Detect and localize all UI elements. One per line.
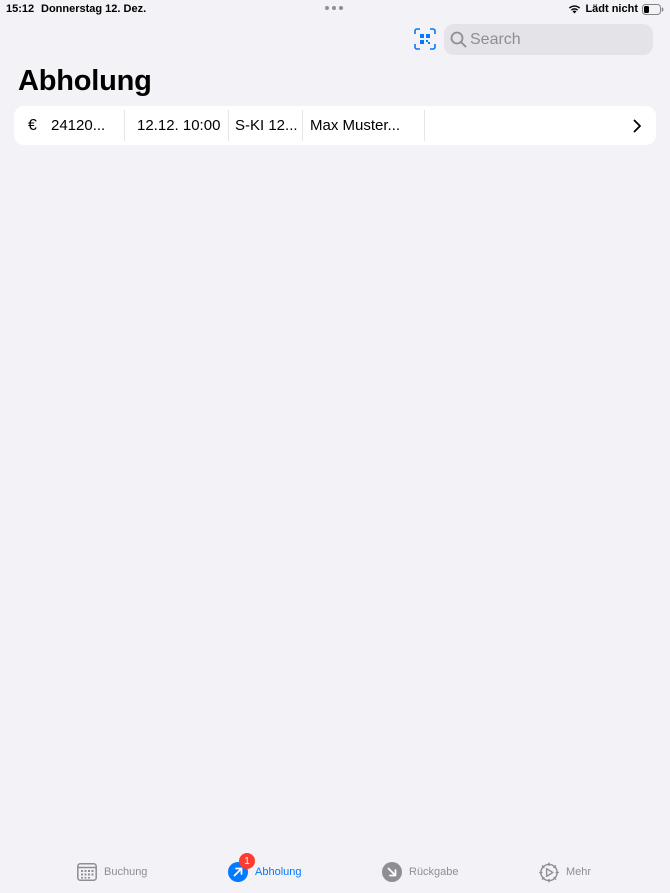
- battery-icon: [642, 3, 664, 15]
- return-arrow-icon: [382, 862, 402, 882]
- tab-label: Mehr: [566, 866, 592, 878]
- tab-label: Rückgabe: [409, 866, 459, 878]
- charging-status: Lädt nicht: [585, 3, 638, 15]
- booking-number: 24120...: [51, 117, 106, 134]
- chevron-right-icon: [633, 119, 641, 133]
- page-title: Abholung: [18, 65, 152, 97]
- euro-icon: €: [28, 116, 37, 134]
- tab-rueckgabe[interactable]: Rückgabe: [382, 861, 459, 883]
- tab-mehr[interactable]: Mehr: [539, 861, 591, 883]
- customer-name: Max Muster...: [310, 117, 401, 134]
- license-plate: S-KI 12...: [235, 117, 298, 134]
- column-divider: [124, 110, 125, 141]
- notification-badge: 1: [239, 853, 255, 869]
- pickup-list-row[interactable]: € 24120... 12.12. 10:00 S-KI 12... Max M…: [14, 106, 656, 145]
- wifi-icon: [569, 5, 581, 14]
- column-divider: [424, 110, 425, 141]
- tab-bar: Buchung 1 Abholung Rückgabe Mehr: [0, 848, 670, 893]
- tab-label: Abholung: [255, 866, 302, 878]
- multitasking-dots-icon[interactable]: [325, 4, 345, 12]
- status-date: Donnerstag 12. Dez.: [41, 3, 147, 15]
- qr-scan-icon: [414, 28, 436, 50]
- pickup-datetime: 12.12. 10:00: [137, 117, 221, 134]
- qr-scan-button[interactable]: [413, 27, 437, 51]
- status-bar: 15:12 Donnerstag 12. Dez. Lädt nicht: [0, 0, 670, 18]
- calendar-icon: [77, 862, 97, 882]
- status-right: Lädt nicht: [568, 2, 664, 16]
- search-input[interactable]: [470, 24, 648, 55]
- column-divider: [302, 110, 303, 141]
- tab-label: Buchung: [104, 866, 148, 878]
- pickup-arrow-icon: 1: [228, 853, 255, 882]
- status-time: 15:12: [6, 3, 35, 15]
- search-field[interactable]: [444, 24, 653, 55]
- gear-icon: [539, 862, 559, 882]
- tab-buchung[interactable]: Buchung: [77, 861, 147, 883]
- column-divider: [228, 110, 229, 141]
- tab-abholung[interactable]: 1 Abholung: [228, 853, 302, 883]
- search-icon: [450, 31, 467, 48]
- screen: 15:12 Donnerstag 12. Dez. Lädt nicht Sea…: [0, 0, 670, 893]
